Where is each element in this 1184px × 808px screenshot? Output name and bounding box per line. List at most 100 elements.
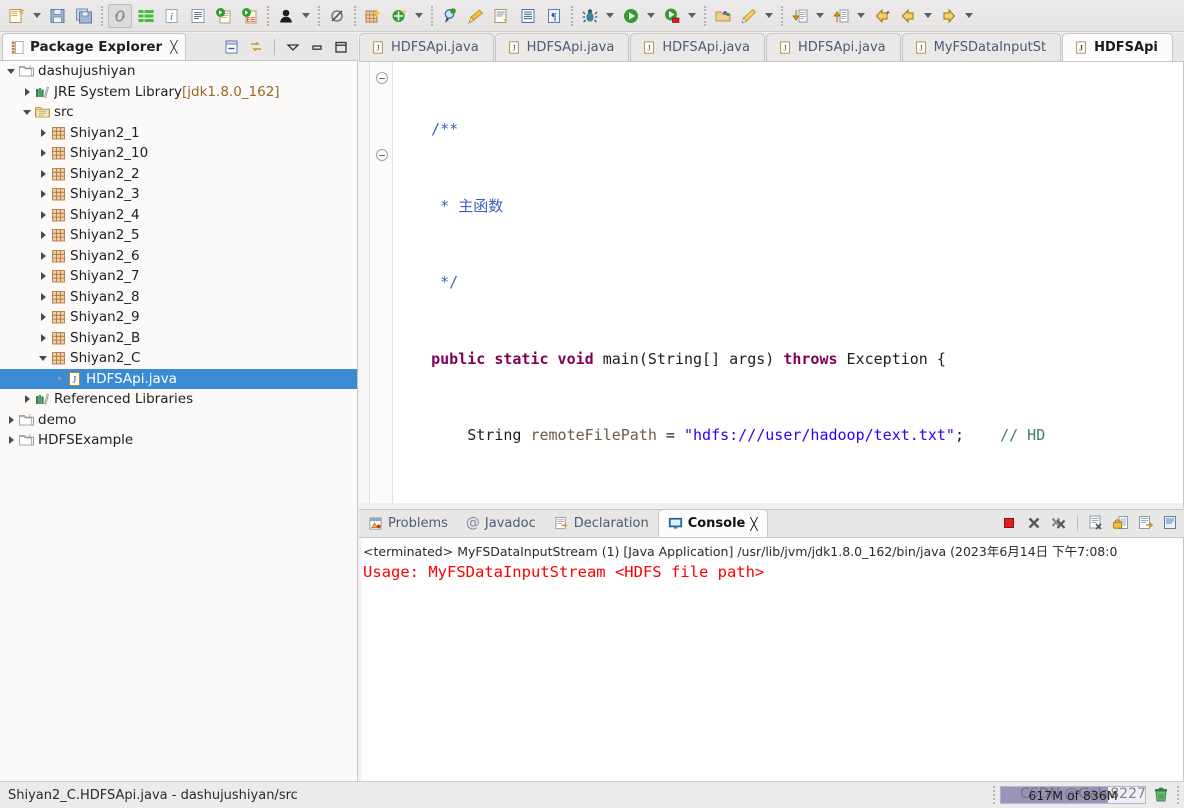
pen-button[interactable] (737, 4, 761, 28)
new-package-dropdown[interactable] (412, 4, 425, 28)
clean-button[interactable] (464, 4, 488, 28)
skip-breakpoints-button[interactable] (325, 4, 349, 28)
chevron-right-icon[interactable] (36, 126, 50, 140)
next-edit-dropdown[interactable] (854, 4, 867, 28)
editor-folding-ruler[interactable] (371, 62, 393, 508)
new-wizard-button[interactable] (5, 4, 29, 28)
tab-declaration[interactable]: Declaration (545, 509, 658, 537)
next-annotation-button[interactable] (490, 4, 514, 28)
terminate-button[interactable] (998, 513, 1020, 533)
java-editor[interactable]: /** * 主函数 */ public static void main(Str… (359, 62, 1184, 508)
user-dropdown[interactable] (299, 4, 312, 28)
chevron-right-icon[interactable] (36, 290, 50, 304)
chevron-right-icon[interactable] (36, 146, 50, 160)
tab-javadoc[interactable]: @ Javadoc (457, 509, 545, 537)
tree-item-referenced-libraries[interactable]: Referenced Libraries (0, 389, 357, 410)
run-ee-button[interactable]: EE (238, 4, 262, 28)
tree-item-shiyan2-7[interactable]: Shiyan2_7 (0, 266, 357, 287)
chevron-down-icon[interactable] (20, 105, 34, 119)
chevron-right-icon[interactable] (36, 167, 50, 181)
view-menu-button[interactable] (282, 37, 304, 57)
user-button[interactable] (274, 4, 298, 28)
close-icon[interactable]: ╳ (170, 40, 177, 54)
chevron-down-icon[interactable] (36, 351, 50, 365)
tab-package-explorer[interactable]: Package Explorer ╳ (2, 33, 187, 60)
tree-item-shiyan2-5[interactable]: Shiyan2_5 (0, 225, 357, 246)
collapse-all-button[interactable] (221, 37, 243, 57)
tree-item-shiyan2-10[interactable]: Shiyan2_10 (0, 143, 357, 164)
scroll-lock-button[interactable] (1110, 513, 1132, 533)
maximize-view-button[interactable] (330, 37, 352, 57)
chevron-right-icon[interactable] (36, 228, 50, 242)
pen-dropdown[interactable] (762, 4, 775, 28)
tree-item-shiyan2-1[interactable]: Shiyan2_1 (0, 123, 357, 144)
new-wizard-dropdown[interactable] (30, 4, 43, 28)
remove-launch-button[interactable] (1023, 513, 1045, 533)
console-output[interactable]: <terminated> MyFSDataInputStream (1) [Ja… (359, 538, 1184, 781)
forward-button[interactable] (937, 4, 961, 28)
last-edit-location-button[interactable] (870, 4, 894, 28)
chevron-right-icon[interactable] (36, 187, 50, 201)
editor-code-content[interactable]: /** * 主函数 */ public static void main(Str… (395, 62, 1183, 508)
tree-item-shiyan2-9[interactable]: Shiyan2_9 (0, 307, 357, 328)
tree-item-shiyan2-b[interactable]: Shiyan2_B (0, 328, 357, 349)
package-explorer-tree[interactable]: dashujushiyan JRE System Library [jdk1.8.… (0, 61, 358, 781)
tree-item-demo[interactable]: demo (0, 410, 357, 431)
tree-item-shiyan2-2[interactable]: Shiyan2_2 (0, 164, 357, 185)
back-dropdown[interactable] (921, 4, 934, 28)
editor-tab-5[interactable]: J HDFSApi (1062, 33, 1173, 61)
previous-edit-location-button[interactable] (788, 4, 812, 28)
tree-item-shiyan2-8[interactable]: Shiyan2_8 (0, 287, 357, 308)
chevron-right-icon[interactable] (36, 269, 50, 283)
toggle-block-selection-button[interactable] (516, 4, 540, 28)
display-selected-console-button[interactable] (1160, 513, 1182, 533)
close-icon[interactable]: ╳ (750, 517, 757, 531)
tree-item-shiyan2-c[interactable]: Shiyan2_C (0, 348, 357, 369)
editor-tab-2[interactable]: J HDFSApi.java (630, 33, 765, 61)
tree-item-hdfsapi-java[interactable]: J HDFSApi.java (0, 368, 357, 389)
run-button[interactable] (619, 4, 643, 28)
search-button[interactable] (438, 4, 462, 28)
tree-item-hdfsexample[interactable]: HDFSExample (0, 430, 357, 451)
back-button[interactable] (896, 4, 920, 28)
tab-problems[interactable]: Problems (359, 509, 457, 537)
show-whitespace-button[interactable]: ¶ (542, 4, 566, 28)
editor-tab-1[interactable]: J HDFSApi.java (494, 33, 630, 61)
debug-dropdown[interactable] (603, 4, 616, 28)
chevron-right-icon[interactable] (36, 310, 50, 324)
fold-toggle-javadoc[interactable] (376, 72, 388, 84)
forward-dropdown[interactable] (962, 4, 975, 28)
run-dropdown[interactable] (644, 4, 657, 28)
properties-button[interactable] (134, 4, 158, 28)
run-external-tools-button[interactable] (660, 4, 684, 28)
format-button[interactable] (186, 4, 210, 28)
editor-tab-3[interactable]: J HDFSApi.java (765, 33, 901, 61)
editor-tab-0[interactable]: J HDFSApi.java (359, 33, 494, 61)
clear-console-button[interactable] (1085, 513, 1107, 533)
link-with-editor-button[interactable] (245, 37, 267, 57)
tree-item-shiyan2-4[interactable]: Shiyan2_4 (0, 205, 357, 226)
chevron-right-icon[interactable] (36, 208, 50, 222)
save-all-button[interactable] (72, 4, 96, 28)
pin-console-button[interactable] (1135, 513, 1157, 533)
tree-item-src[interactable]: src (0, 102, 357, 123)
tree-item-shiyan2-3[interactable]: Shiyan2_3 (0, 184, 357, 205)
tree-item-jre-system-library[interactable]: JRE System Library [jdk1.8.0_162] (0, 82, 357, 103)
chevron-right-icon[interactable] (20, 85, 34, 99)
link-with-editor-button[interactable] (108, 3, 132, 28)
fold-toggle-method[interactable] (376, 149, 388, 161)
next-edit-location-button[interactable] (829, 4, 853, 28)
new-package-button[interactable] (387, 4, 411, 28)
tree-item-shiyan2-6[interactable]: Shiyan2_6 (0, 246, 357, 267)
chevron-right-icon[interactable] (36, 331, 50, 345)
previous-edit-dropdown[interactable] (813, 4, 826, 28)
chevron-right-icon[interactable] (36, 249, 50, 263)
chevron-right-icon[interactable] (20, 392, 34, 406)
editor-tab-4[interactable]: J MyFSDataInputSt (901, 33, 1062, 61)
info-button[interactable]: i (160, 4, 184, 28)
chevron-right-icon[interactable] (4, 433, 18, 447)
run-jar-button[interactable] (212, 4, 236, 28)
open-type-button[interactable] (711, 4, 735, 28)
minimize-view-button[interactable] (306, 37, 328, 57)
run-gc-button[interactable] (1150, 785, 1172, 805)
